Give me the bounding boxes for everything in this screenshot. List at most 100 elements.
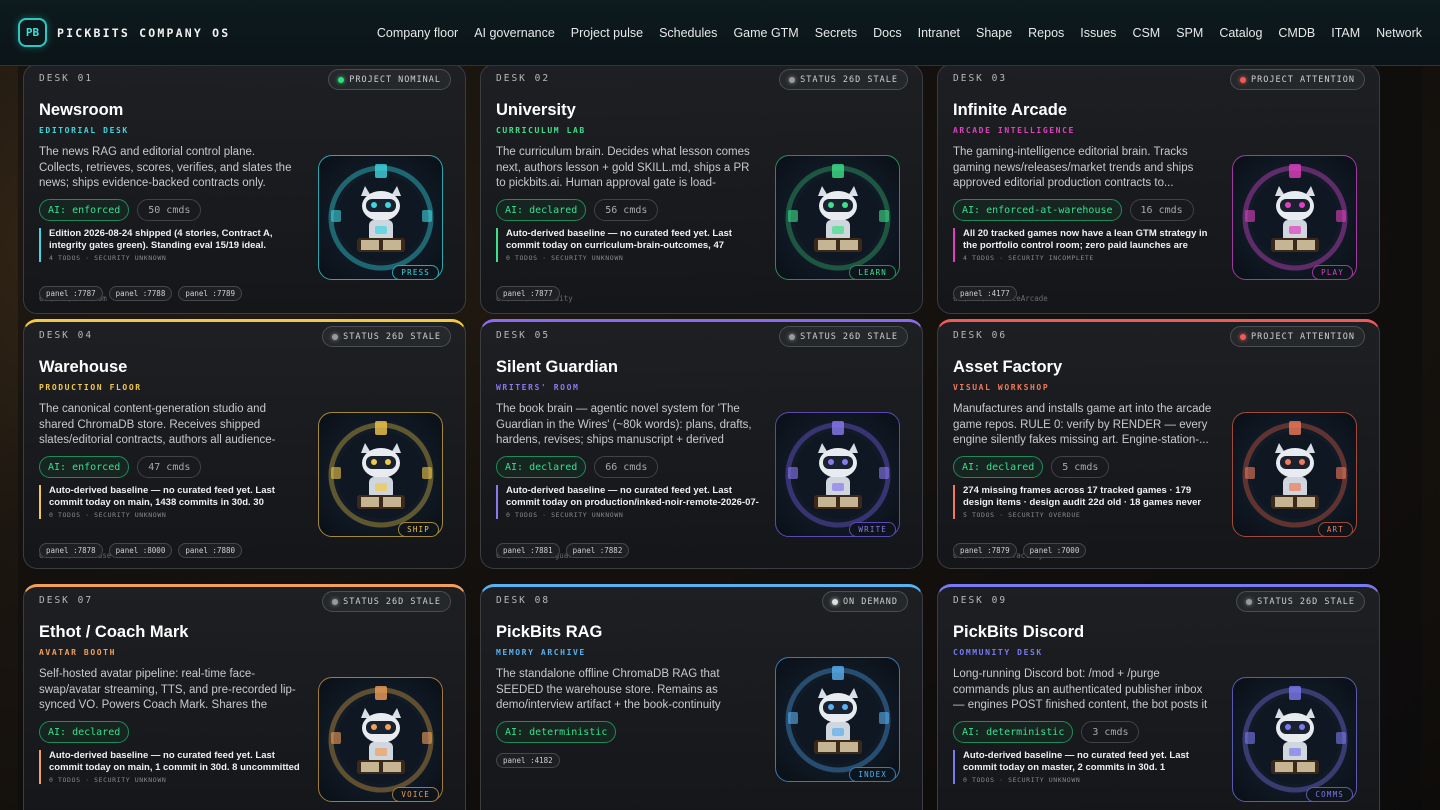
desk-card-3[interactable]: DESK 03 PROJECT ATTENTION Infinite Arcade A… <box>937 64 1380 314</box>
desk-card-5[interactable]: DESK 05 STATUS 26D STALE Silent Guardian WR… <box>480 319 923 569</box>
commands-count-chip[interactable]: 56 cmds <box>594 199 659 221</box>
desk-number: DESK 08 <box>496 595 551 606</box>
brand-name[interactable]: PICKBITS COMPANY OS <box>57 26 230 40</box>
desk-number: DESK 01 <box>39 73 94 84</box>
desk-illustration[interactable]: COMMS <box>1232 677 1357 802</box>
ai-policy-chip[interactable]: AI: deterministic <box>953 721 1074 743</box>
robot-illustration-icon <box>785 421 891 528</box>
status-label: STATUS 26D STALE <box>800 74 898 85</box>
nav-link-repos[interactable]: Repos <box>1028 26 1064 40</box>
panel-port-link[interactable]: panel :7787 <box>39 286 103 301</box>
nav-link-shape[interactable]: Shape <box>976 26 1012 40</box>
panel-port-link[interactable]: panel :7878 <box>39 543 103 558</box>
desk-title[interactable]: Newsroom <box>39 101 123 120</box>
feed-text: Auto-derived baseline — no curated feed … <box>49 485 275 508</box>
ai-policy-chip[interactable]: AI: enforced-at-warehouse <box>953 199 1122 221</box>
ai-policy-chip[interactable]: AI: deterministic <box>496 721 617 743</box>
desk-card-8[interactable]: DESK 08 ON DEMAND PickBits RAG MEMORY ARCHI… <box>480 584 923 810</box>
feed-text: Edition 2026-08-24 shipped (4 stories, C… <box>49 228 273 251</box>
desk-title[interactable]: PickBits Discord <box>953 623 1084 642</box>
ai-policy-chip[interactable]: AI: declared <box>953 456 1044 478</box>
ai-policy-chip[interactable]: AI: declared <box>496 456 587 478</box>
panel-port-link[interactable]: panel :7880 <box>178 543 243 558</box>
nav-link-csm[interactable]: CSM <box>1132 26 1160 40</box>
ai-policy-chip[interactable]: AI: declared <box>39 721 130 743</box>
nav-link-company-floor[interactable]: Company floor <box>377 26 458 40</box>
desk-card-9[interactable]: DESK 09 STATUS 26D STALE PickBits Discord C… <box>937 584 1380 810</box>
nav-link-project-pulse[interactable]: Project pulse <box>571 26 643 40</box>
desk-illustration[interactable]: PLAY <box>1232 155 1357 280</box>
desk-card-1[interactable]: DESK 01 PROJECT NOMINAL Newsroom EDITORIAL … <box>23 64 466 314</box>
feed-meta: 0 TODOS · SECURITY UNKNOWN <box>963 776 1081 784</box>
desk-illustration[interactable]: SHIP <box>318 412 443 537</box>
desk-illustration[interactable]: PRESS <box>318 155 443 280</box>
status-dot-icon <box>1240 333 1246 340</box>
chip-row: AI: enforced-at-warehouse 16 cmds <box>953 199 1194 221</box>
status-badge: STATUS 26D STALE <box>322 591 451 612</box>
panel-port-link[interactable]: panel :7789 <box>178 286 243 301</box>
desk-tag-badge: COMMS <box>1306 787 1353 802</box>
panel-port-link[interactable]: panel :4177 <box>953 286 1017 301</box>
panel-chip-row: panel :7878 panel :8000 panel :7880 <box>39 543 243 558</box>
robot-illustration-icon <box>1242 164 1348 271</box>
desk-illustration[interactable]: WRITE <box>775 412 900 537</box>
commands-count-chip[interactable]: 3 cmds <box>1081 721 1140 743</box>
status-dot-icon <box>789 76 796 83</box>
desk-tag-badge: INDEX <box>849 767 896 782</box>
panel-port-link[interactable]: panel :8000 <box>108 543 173 558</box>
feed-meta: 0 TODOS · SECURITY UNKNOWN <box>506 254 624 262</box>
desk-title[interactable]: University <box>496 101 576 120</box>
desk-card-2[interactable]: DESK 02 STATUS 26D STALE University CURRICU… <box>480 64 923 314</box>
desk-card-4[interactable]: DESK 04 STATUS 26D STALE Warehouse PRODUCTI… <box>23 319 466 569</box>
nav-link-cmdb[interactable]: CMDB <box>1278 26 1315 40</box>
desk-illustration[interactable]: ART <box>1232 412 1357 537</box>
robot-illustration-icon <box>785 666 891 773</box>
brand-logo-badge[interactable]: PB <box>18 18 47 47</box>
nav-link-catalog[interactable]: Catalog <box>1219 26 1262 40</box>
status-badge: STATUS 26D STALE <box>779 326 908 347</box>
panel-port-link[interactable]: panel :7879 <box>953 543 1017 558</box>
nav-link-issues[interactable]: Issues <box>1080 26 1116 40</box>
panel-port-link[interactable]: panel :4182 <box>496 753 560 768</box>
panel-port-link[interactable]: panel :7881 <box>496 543 560 558</box>
commands-count-chip[interactable]: 66 cmds <box>594 456 659 478</box>
ai-policy-chip[interactable]: AI: enforced <box>39 456 130 478</box>
commands-count-chip[interactable]: 5 cmds <box>1051 456 1110 478</box>
commands-count-chip[interactable]: 50 cmds <box>137 199 202 221</box>
desk-illustration[interactable]: LEARN <box>775 155 900 280</box>
nav-link-spm[interactable]: SPM <box>1176 26 1203 40</box>
feed-text: Auto-derived baseline — no curated feed … <box>963 750 1189 773</box>
desk-title[interactable]: Silent Guardian <box>496 358 618 377</box>
nav-link-intranet[interactable]: Intranet <box>918 26 960 40</box>
desk-illustration[interactable]: VOICE <box>318 677 443 802</box>
desk-number: DESK 06 <box>953 330 1008 341</box>
panel-port-link[interactable]: panel :7882 <box>565 543 630 558</box>
desk-title[interactable]: Warehouse <box>39 358 127 377</box>
desk-title[interactable]: Ethot / Coach Mark <box>39 623 188 642</box>
desk-description: Manufactures and installs game art into … <box>953 403 1212 446</box>
nav-link-secrets[interactable]: Secrets <box>815 26 857 40</box>
ai-policy-chip[interactable]: AI: declared <box>496 199 587 221</box>
panel-port-link[interactable]: panel :7000 <box>1022 543 1087 558</box>
desk-description: The curriculum brain. Decides what lesso… <box>496 146 750 189</box>
nav-link-game-gtm[interactable]: Game GTM <box>733 26 798 40</box>
desk-title[interactable]: Asset Factory <box>953 358 1062 377</box>
nav-link-schedules[interactable]: Schedules <box>659 26 717 40</box>
status-badge: PROJECT NOMINAL <box>328 69 451 90</box>
panel-port-link[interactable]: panel :7877 <box>496 286 560 301</box>
desk-illustration[interactable]: INDEX <box>775 657 900 782</box>
desk-tag-badge: LEARN <box>849 265 896 280</box>
nav-link-docs[interactable]: Docs <box>873 26 901 40</box>
nav-link-network[interactable]: Network <box>1376 26 1422 40</box>
nav-link-itam[interactable]: ITAM <box>1331 26 1360 40</box>
commands-count-chip[interactable]: 16 cmds <box>1129 199 1194 221</box>
desk-title[interactable]: PickBits RAG <box>496 623 602 642</box>
desk-card-6[interactable]: DESK 06 PROJECT ATTENTION Asset Factory VIS… <box>937 319 1380 569</box>
desk-subtitle: PRODUCTION FLOOR <box>39 383 142 392</box>
desk-card-7[interactable]: DESK 07 STATUS 26D STALE Ethot / Coach Mar… <box>23 584 466 810</box>
desk-title[interactable]: Infinite Arcade <box>953 101 1067 120</box>
nav-link-ai-governance[interactable]: AI governance <box>474 26 555 40</box>
panel-port-link[interactable]: panel :7788 <box>108 286 173 301</box>
commands-count-chip[interactable]: 47 cmds <box>137 456 202 478</box>
ai-policy-chip[interactable]: AI: enforced <box>39 199 130 221</box>
